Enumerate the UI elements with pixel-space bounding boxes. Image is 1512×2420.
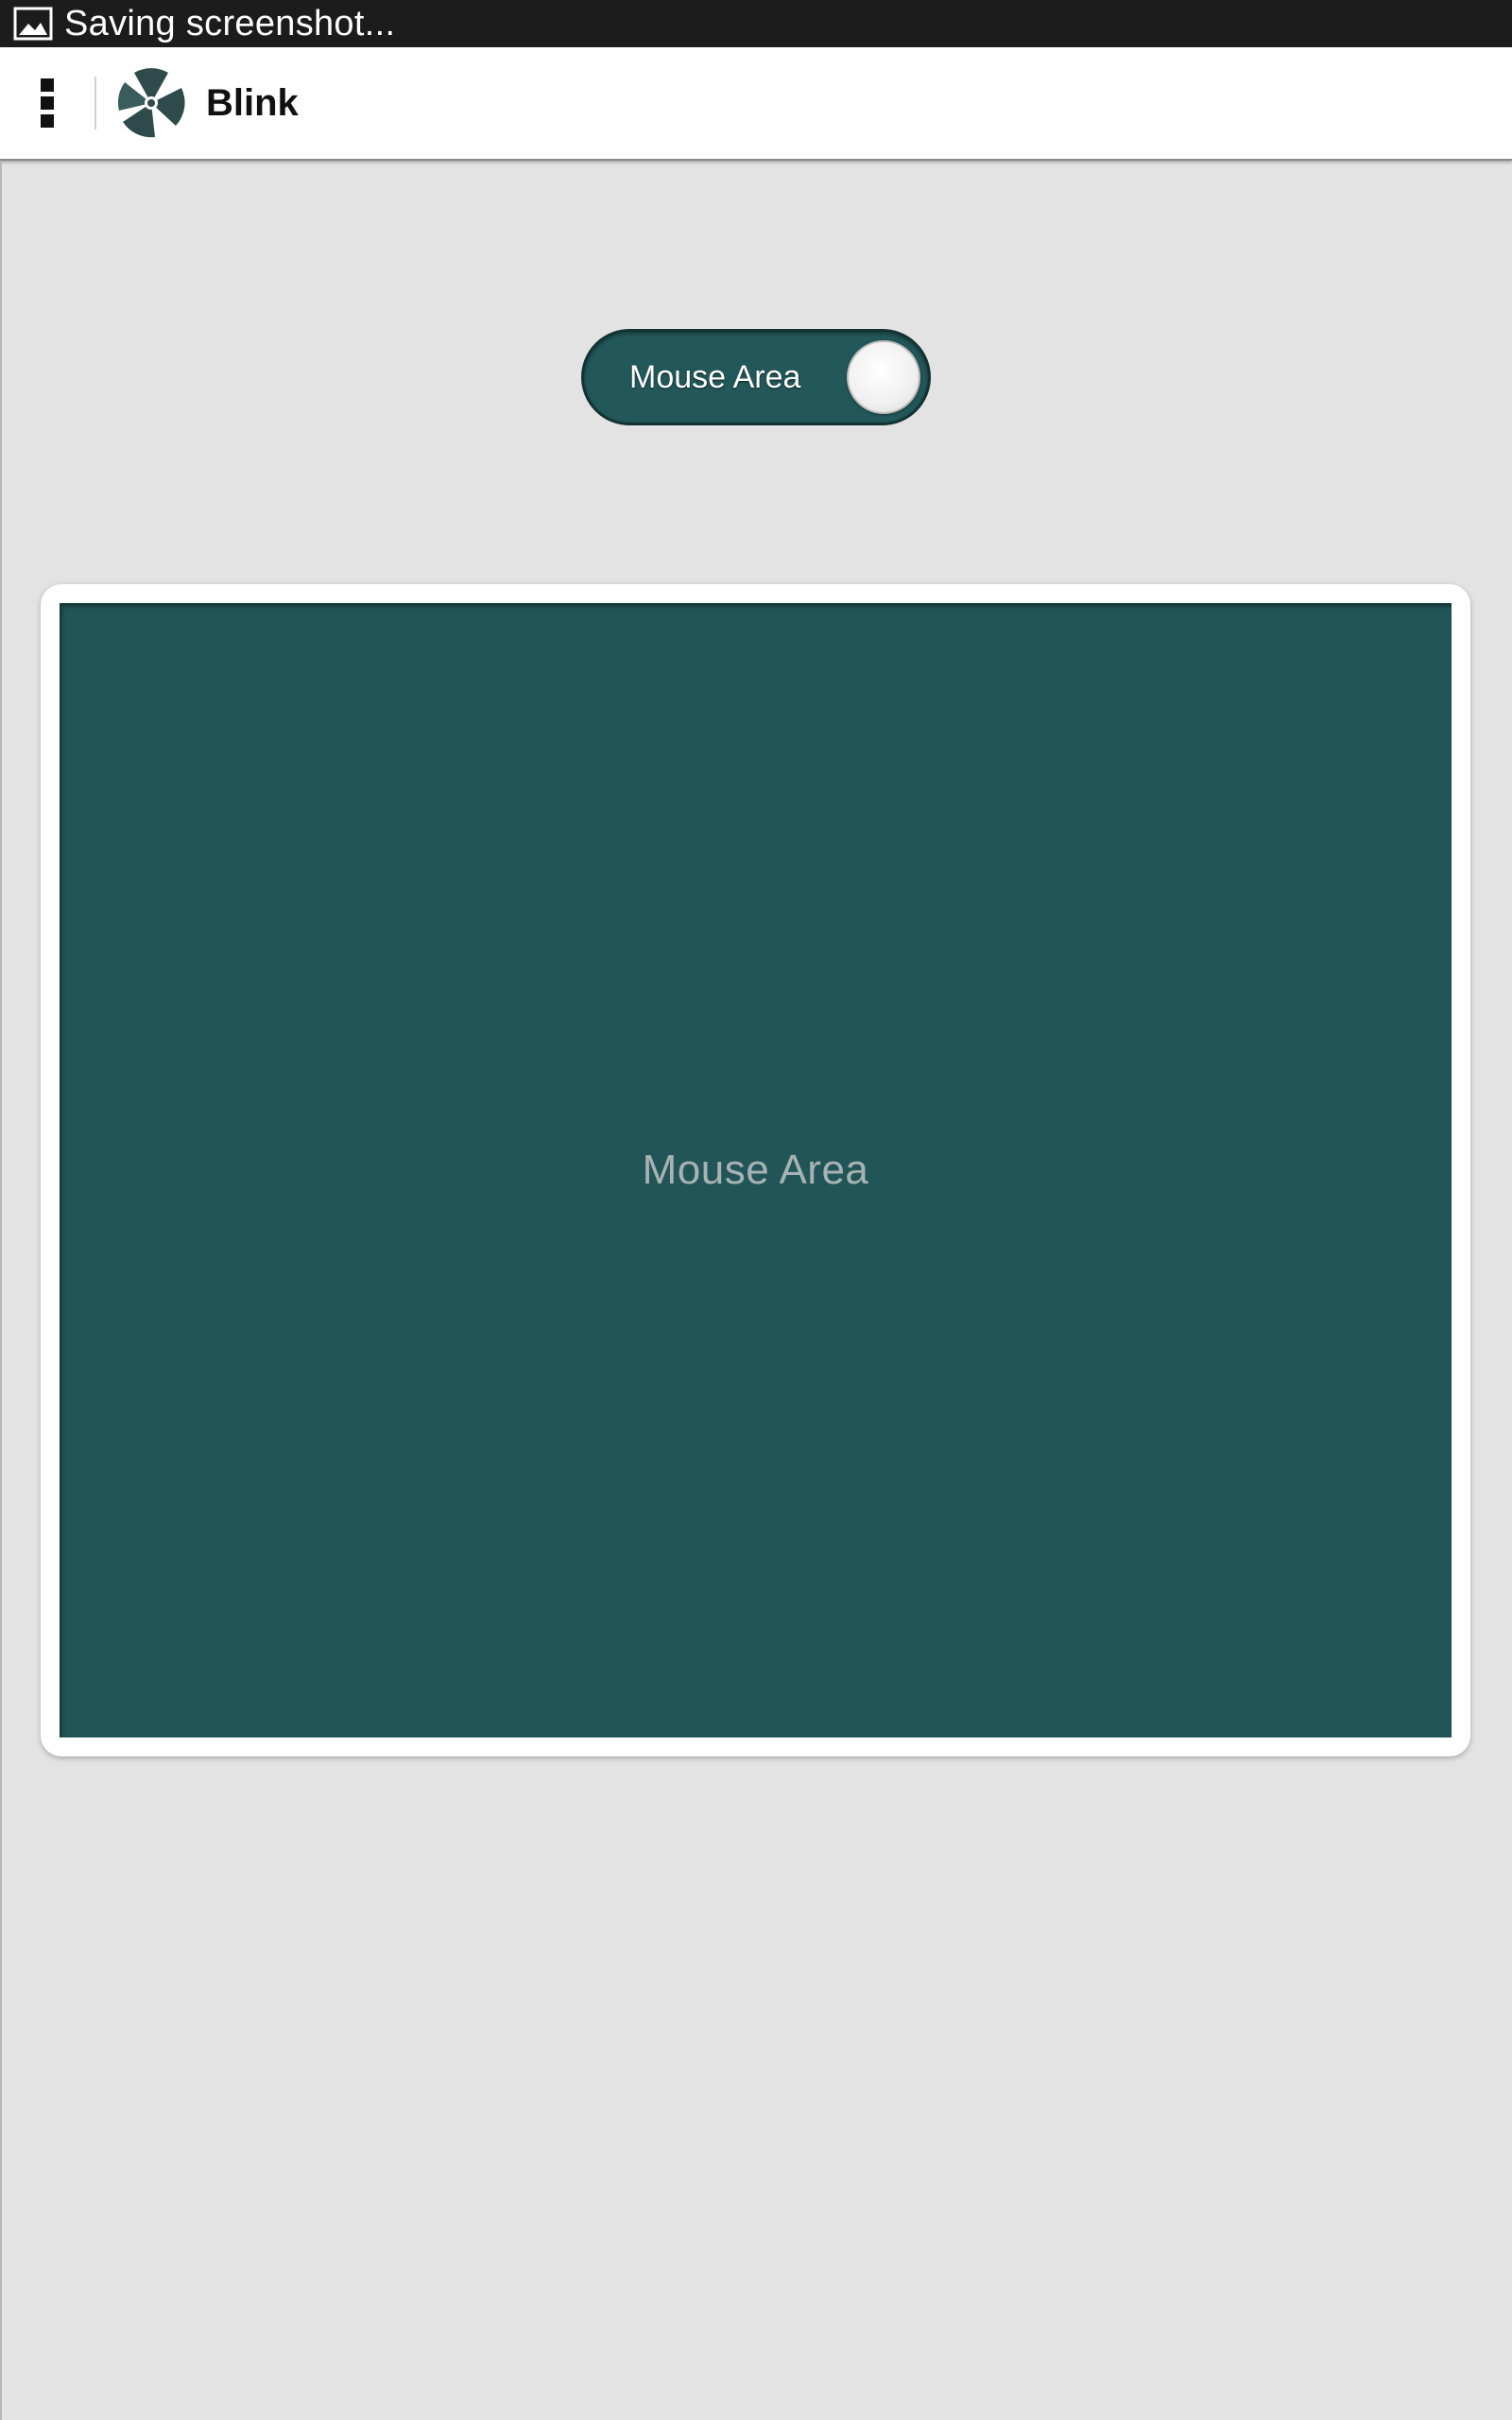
overflow-menu-icon xyxy=(41,78,54,128)
mouse-area-toggle[interactable]: Mouse Area xyxy=(581,329,931,425)
toggle-label: Mouse Area xyxy=(629,359,801,395)
action-bar: Blink xyxy=(0,47,1512,161)
content-edge-divider xyxy=(0,161,2,2420)
mouse-area-card: Mouse Area xyxy=(41,584,1470,1756)
toggle-knob[interactable] xyxy=(847,340,920,414)
image-icon xyxy=(13,7,55,41)
app-title: Blink xyxy=(206,81,299,124)
mouse-area-label: Mouse Area xyxy=(642,1147,869,1193)
mouse-area-touchpad[interactable]: Mouse Area xyxy=(60,603,1452,1737)
status-bar: Saving screenshot... xyxy=(0,0,1512,47)
action-bar-divider xyxy=(94,77,96,130)
overflow-menu-button[interactable] xyxy=(0,47,94,159)
status-notification-text: Saving screenshot... xyxy=(64,3,396,43)
blink-logo-icon[interactable] xyxy=(115,67,187,139)
